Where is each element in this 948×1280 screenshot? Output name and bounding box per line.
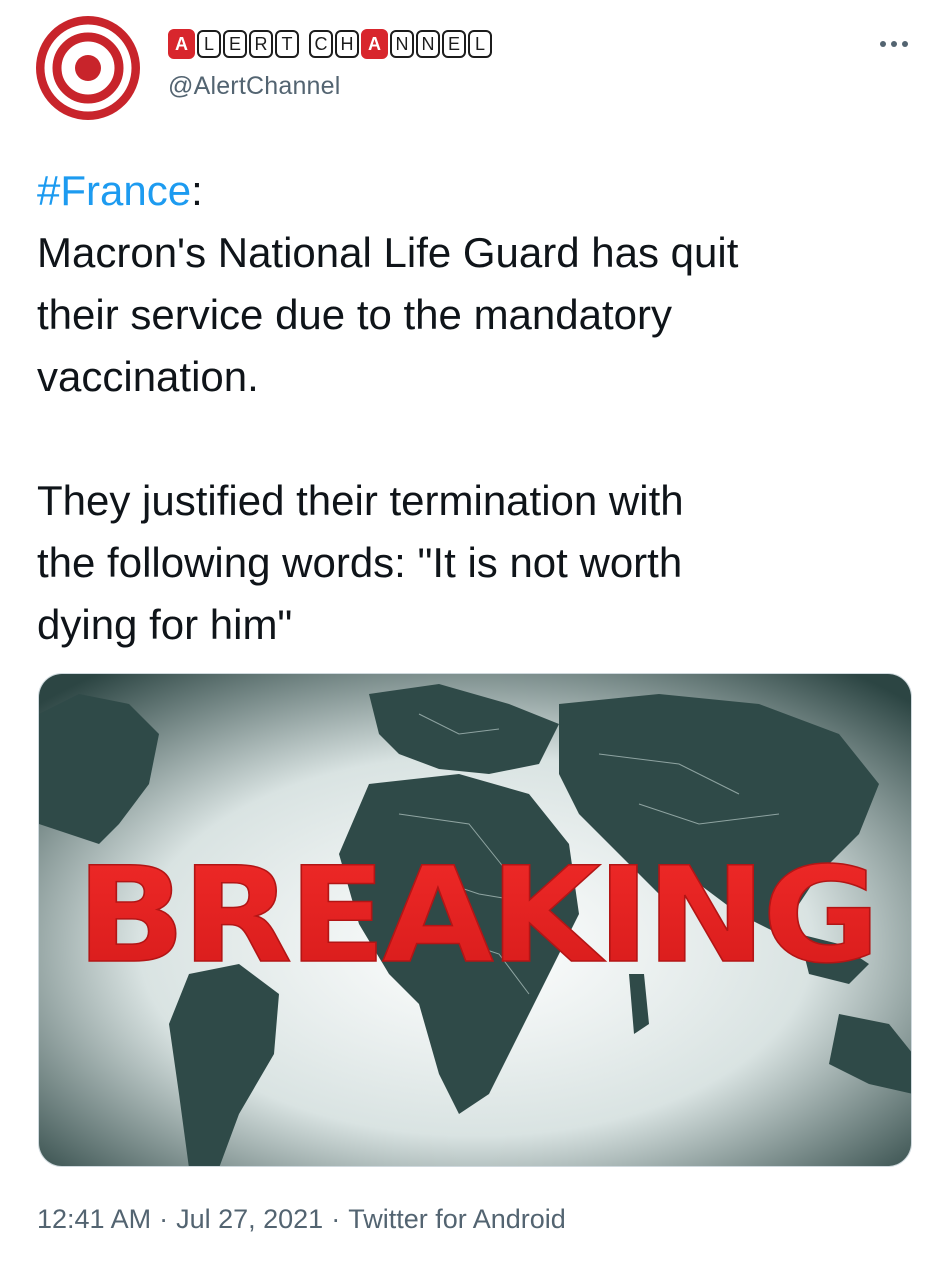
tweet-line: dying for him": [37, 601, 293, 648]
tweet-line: their service due to the mandatory: [37, 291, 673, 338]
name-letter-tile: A: [168, 29, 195, 59]
avatar[interactable]: [36, 16, 140, 120]
more-options-button[interactable]: [874, 32, 914, 56]
name-letter-tile: H: [335, 30, 359, 58]
tweet-text: #France: Macron's National Life Guard ha…: [37, 160, 917, 656]
tweet-line: Macron's National Life Guard has quit: [37, 229, 739, 276]
name-letter-tile: T: [275, 30, 299, 58]
name-letter-tile: N: [390, 30, 414, 58]
name-letter-tile: L: [468, 30, 492, 58]
name-space: [301, 30, 307, 58]
hashtag-suffix: :: [191, 167, 203, 214]
tweet-line: vaccination.: [37, 353, 259, 400]
tweet-date[interactable]: Jul 27, 2021: [176, 1204, 323, 1234]
more-dots-icon: [880, 41, 886, 47]
breaking-overlay-text: BREAKING: [76, 839, 876, 993]
author-display-name[interactable]: ALERTCHANNEL: [168, 27, 492, 61]
tweet-source[interactable]: Twitter for Android: [348, 1204, 566, 1234]
name-letter-tile: E: [442, 30, 466, 58]
tweet-media-image[interactable]: BREAKING: [38, 673, 912, 1167]
meta-separator: ·: [159, 1204, 169, 1234]
tweet-metadata: 12:41 AM · Jul 27, 2021 · Twitter for Androi…: [37, 1204, 566, 1235]
name-letter-tile: N: [416, 30, 440, 58]
target-icon: [36, 16, 140, 120]
tweet-time[interactable]: 12:41 AM: [37, 1204, 151, 1234]
name-letter-tile: L: [197, 30, 221, 58]
meta-separator: ·: [331, 1204, 341, 1234]
name-letter-tile: R: [249, 30, 273, 58]
name-letter-tile: A: [361, 29, 388, 59]
author-handle[interactable]: @AlertChannel: [168, 72, 341, 101]
tweet-line: They justified their termination with: [37, 477, 684, 524]
tweet-line: the following words: "It is not worth: [37, 539, 683, 586]
hashtag-link[interactable]: #France: [37, 167, 191, 214]
name-letter-tile: C: [309, 30, 333, 58]
world-map-image: BREAKING: [39, 674, 911, 1166]
name-letter-tile: E: [223, 30, 247, 58]
